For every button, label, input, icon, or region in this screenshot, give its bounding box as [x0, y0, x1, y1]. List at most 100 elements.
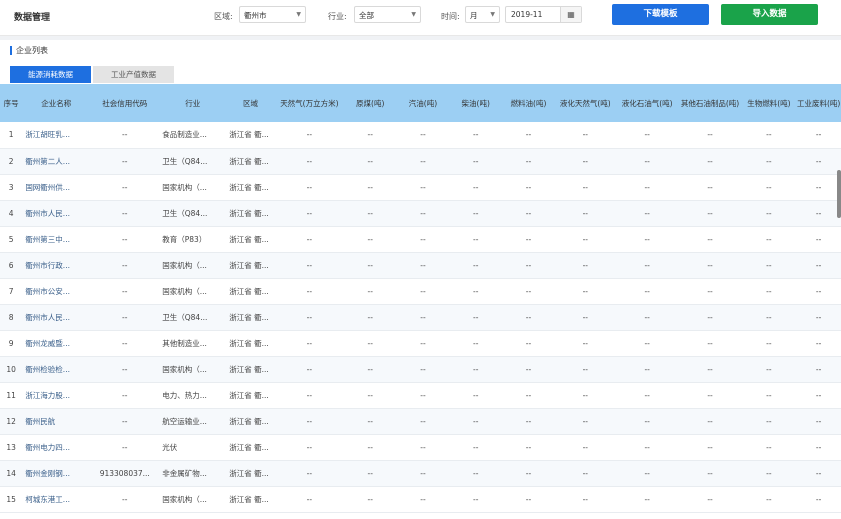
date-picker-value: 2019-11 — [511, 10, 543, 19]
table-row[interactable]: 15 柯城东港工... -- 国家机构（... 浙江省 衢... -- -- -- -- -- --… — [0, 486, 841, 512]
download-template-button[interactable]: 下载模板 — [612, 4, 709, 25]
industry-label: 行业: — [328, 12, 347, 21]
enterprise-name[interactable]: 衢州民航 — [22, 408, 90, 434]
enterprise-name[interactable]: 衢州第三中... — [22, 226, 90, 252]
table-row[interactable]: 3 国网衢州供... -- 国家机构（... 浙江省 衢... -- -- -- -- -- -- -… — [0, 174, 841, 200]
value-cell: -- — [815, 338, 822, 348]
chevron-down-icon: ▼ — [296, 11, 301, 18]
enterprise-panel: 企业列表 能源消耗数据 工业产值数据 序号 企业名称 社会信用代码 行业 区域 天然气(万… — [0, 40, 841, 519]
enterprise-name[interactable]: 衢州电力四... — [22, 434, 90, 460]
row-number: 2 — [8, 156, 14, 166]
value-cell: -- — [473, 312, 479, 322]
table-row[interactable]: 6 衢州市行政... -- 国家机构（... 浙江省 衢... -- -- -- -- -- -- -… — [0, 252, 841, 278]
table-row[interactable]: 2 衢州第二人... -- 卫生（Q84... 浙江省 衢... -- -- -- -- -- --… — [0, 148, 841, 174]
value-cell: -- — [367, 208, 373, 218]
row-number: 12 — [6, 416, 16, 426]
value-cell: -- — [644, 338, 650, 348]
value-cell: -- — [766, 390, 772, 400]
value-cell: -- — [525, 312, 532, 322]
table-row[interactable]: 13 衢州电力四... -- 光伏 浙江省 衢... -- -- -- -- -- -- -- -- --… — [0, 434, 841, 460]
table-row[interactable]: 9 衢州龙威暨... -- 其他制造业... 浙江省 衢... -- -- -- -- -- -- -… — [0, 330, 841, 356]
enterprise-name[interactable]: 衢州检验检... — [22, 356, 90, 382]
enterprise-name[interactable]: 衢州第二人... — [22, 148, 90, 174]
column-header: 汽油(吨) — [408, 98, 438, 108]
column-header: 工业废料(吨) — [796, 98, 841, 108]
value-cell: -- — [473, 208, 479, 218]
column-header: 液化石油气(吨) — [621, 98, 673, 108]
table-row[interactable]: 8 衢州市人民... -- 卫生（Q84... 浙江省 衢... -- -- -- -- -- --… — [0, 304, 841, 330]
chevron-down-icon: ▼ — [411, 11, 416, 18]
value-cell: -- — [473, 468, 479, 478]
date-picker[interactable]: 2019-11 ▦ — [505, 6, 582, 23]
enterprise-name[interactable]: 浙江胡旺乳... — [22, 122, 90, 148]
table-row[interactable]: 7 衢州市公安... -- 国家机构（... 浙江省 衢... -- -- -- -- -- -- -… — [0, 278, 841, 304]
value-cell: -- — [525, 208, 532, 218]
value-cell: -- — [525, 260, 532, 270]
value-cell: -- — [473, 390, 479, 400]
table-row[interactable]: 1 浙江胡旺乳... -- 食品制造业... 浙江省 衢... -- -- -- -- -- -- -… — [0, 122, 841, 148]
value-cell: -- — [815, 234, 822, 244]
time-label: 时间: — [441, 12, 460, 21]
value-cell: -- — [644, 390, 650, 400]
industry-cell: 光伏 — [162, 442, 178, 452]
value-cell: -- — [420, 364, 426, 374]
enterprise-name[interactable]: 浙江海力股... — [22, 382, 90, 408]
value-cell: -- — [766, 442, 772, 452]
area-cell: 浙江省 衢... — [229, 260, 269, 270]
value-cell: -- — [420, 416, 426, 426]
enterprise-name[interactable]: 衢州龙威暨... — [22, 330, 90, 356]
region-select[interactable]: 衢州市 ▼ — [239, 6, 306, 23]
value-cell: -- — [420, 156, 426, 166]
value-cell: -- — [420, 312, 426, 322]
area-cell: 浙江省 衢... — [229, 442, 269, 452]
enterprise-name[interactable]: 柯城东港工... — [22, 486, 90, 512]
value-cell: -- — [367, 364, 373, 374]
value-cell: -- — [766, 494, 772, 504]
value-cell: -- — [525, 364, 532, 374]
table-row[interactable]: 10 衢州检验检... -- 国家机构（... 浙江省 衢... -- -- -- -- -- --… — [0, 356, 841, 382]
vertical-scrollbar[interactable] — [837, 170, 841, 218]
value-cell: -- — [306, 312, 313, 322]
credit-code: -- — [122, 338, 128, 348]
row-number: 7 — [8, 286, 14, 296]
table-row[interactable]: 5 衢州第三中... -- 教育（P83） 浙江省 衢... -- -- -- -- -- -- --… — [0, 226, 841, 252]
enterprise-name[interactable]: 衢州市公安... — [22, 278, 90, 304]
value-cell: -- — [367, 234, 373, 244]
value-cell: -- — [707, 260, 713, 270]
enterprise-name[interactable]: 国网衢州供... — [22, 174, 90, 200]
column-header: 其他石油制品(吨) — [680, 98, 740, 108]
credit-code: -- — [122, 182, 128, 192]
value-cell: -- — [815, 442, 822, 452]
value-cell: -- — [707, 468, 713, 478]
period-select[interactable]: 月 ▼ — [465, 6, 500, 23]
industry-cell: 其他制造业... — [162, 338, 207, 348]
calendar-icon[interactable]: ▦ — [560, 7, 581, 22]
tab-industrial-output[interactable]: 工业产值数据 — [93, 66, 174, 83]
enterprise-name[interactable]: 衢州市行政... — [22, 252, 90, 278]
import-data-button[interactable]: 导入数据 — [721, 4, 818, 25]
column-header: 行业 — [185, 98, 201, 108]
industry-select[interactable]: 全部 ▼ — [354, 6, 421, 23]
tab-energy-consumption[interactable]: 能源消耗数据 — [10, 66, 91, 83]
table-row[interactable]: 14 衢州金刚钢... 913308037... 非金属矿物... 浙江省 衢... --… — [0, 460, 841, 486]
page-title: 数据管理 — [14, 13, 51, 23]
value-cell: -- — [815, 260, 822, 270]
credit-code: -- — [122, 442, 128, 452]
value-cell: -- — [815, 208, 822, 218]
value-cell: -- — [420, 494, 426, 504]
value-cell: -- — [707, 364, 713, 374]
table-row[interactable]: 12 衢州民航 -- 航空运输业... 浙江省 衢... -- -- -- -- -- -- -- --… — [0, 408, 841, 434]
table-row[interactable]: 4 衢州市人民... -- 卫生（Q84... 浙江省 衢... -- -- -- -- -- --… — [0, 200, 841, 226]
credit-code: -- — [122, 260, 128, 270]
value-cell: -- — [815, 364, 822, 374]
table-row[interactable]: 11 浙江海力股... -- 电力、热力... 浙江省 衢... -- -- -- -- -- --… — [0, 382, 841, 408]
value-cell: -- — [367, 130, 373, 140]
value-cell: -- — [306, 416, 313, 426]
enterprise-name[interactable]: 衢州市人民... — [22, 200, 90, 226]
value-cell: -- — [766, 156, 772, 166]
value-cell: -- — [582, 156, 588, 166]
area-cell: 浙江省 衢... — [229, 286, 269, 296]
credit-code: -- — [122, 286, 128, 296]
enterprise-name[interactable]: 衢州金刚钢... — [22, 460, 90, 486]
enterprise-name[interactable]: 衢州市人民... — [22, 304, 90, 330]
